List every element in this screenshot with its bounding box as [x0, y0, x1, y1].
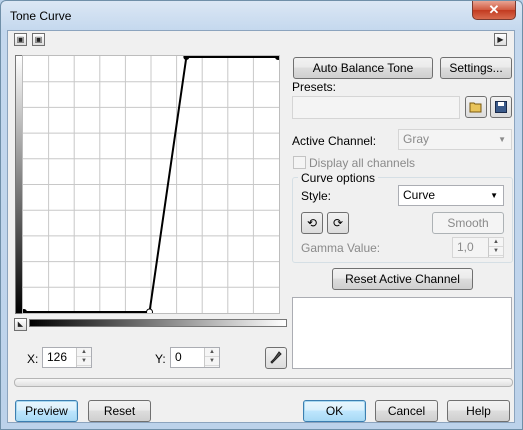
active-channel-select[interactable]: Gray ▼: [398, 129, 512, 150]
ok-button[interactable]: OK: [303, 400, 366, 422]
title-bar: Tone Curve ✕: [1, 1, 522, 31]
curve-style-value: Curve: [403, 188, 436, 202]
gamma-spinner[interactable]: ▲ ▼: [488, 238, 503, 257]
smooth-button[interactable]: Smooth: [432, 212, 504, 234]
display-all-channels-label: Display all channels: [309, 156, 416, 170]
style-label: Style:: [301, 189, 332, 203]
reset-active-channel-button[interactable]: Reset Active Channel: [332, 268, 473, 290]
presets-label: Presets:: [292, 80, 337, 94]
curve-node[interactable]: [275, 54, 281, 60]
presets-field[interactable]: [292, 96, 460, 119]
split-view-icon[interactable]: ▣: [32, 33, 45, 46]
curve-node[interactable]: [21, 309, 27, 315]
y-input[interactable]: 0 ▲ ▼: [170, 347, 220, 368]
toggle-view-icon[interactable]: ▣: [14, 33, 27, 46]
active-channel-label: Active Channel:: [292, 134, 377, 148]
close-button[interactable]: ✕: [472, 1, 516, 20]
eyedropper-icon[interactable]: [265, 347, 287, 369]
gamma-value-label: Gamma Value:: [301, 241, 381, 255]
x-label: X:: [27, 352, 39, 366]
cancel-button[interactable]: Cancel: [375, 400, 438, 422]
flip-vertical-icon[interactable]: ⟲: [301, 212, 323, 234]
preview-button[interactable]: Preview: [15, 400, 78, 422]
gamma-value-input[interactable]: 1,0 ▲ ▼: [452, 237, 504, 258]
x-spinner[interactable]: ▲ ▼: [76, 348, 91, 367]
y-label: Y:: [155, 352, 166, 366]
y-value: 0: [175, 350, 182, 364]
save-preset-icon[interactable]: [490, 96, 512, 118]
chevron-down-icon: ▼: [490, 191, 498, 200]
curve-style-select[interactable]: Curve ▼: [398, 185, 504, 206]
tone-curve-graph[interactable]: [21, 54, 281, 316]
gradient-swap-icon[interactable]: ◣: [14, 318, 27, 331]
flip-horizontal-icon[interactable]: ⟳: [327, 212, 349, 234]
curve-options-title: Curve options: [298, 171, 379, 185]
histogram-preview: [292, 297, 512, 369]
auto-balance-tone-button[interactable]: Auto Balance Tone: [293, 57, 433, 79]
horizontal-scrollbar[interactable]: [14, 378, 513, 387]
active-channel-value: Gray: [403, 132, 430, 146]
input-gradient-bar: [29, 319, 287, 327]
window-title: Tone Curve: [10, 9, 72, 23]
flyout-arrow-icon[interactable]: ▶: [494, 33, 507, 46]
help-button[interactable]: Help: [447, 400, 510, 422]
curve-node[interactable]: [183, 54, 190, 60]
x-value: 126: [47, 350, 68, 364]
display-all-channels-checkbox[interactable]: [293, 156, 306, 169]
gamma-value: 1,0: [457, 240, 474, 254]
open-folder-icon[interactable]: [465, 96, 487, 118]
y-spinner[interactable]: ▲ ▼: [204, 348, 219, 367]
x-input[interactable]: 126 ▲ ▼: [42, 347, 92, 368]
chevron-down-icon: ▼: [498, 135, 506, 144]
reset-button[interactable]: Reset: [88, 400, 151, 422]
settings-button[interactable]: Settings...: [440, 57, 512, 79]
curve-node[interactable]: [146, 308, 154, 316]
curve-svg: [21, 54, 281, 316]
